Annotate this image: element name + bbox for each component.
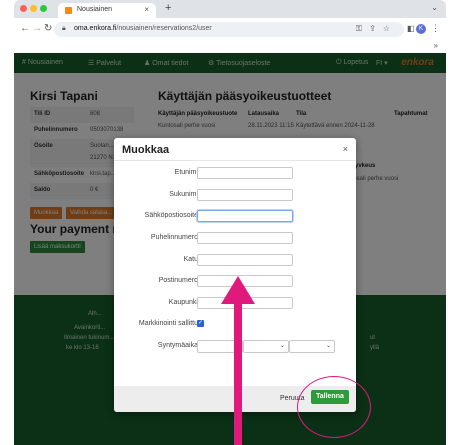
arrow-head [221,276,255,304]
arrow-shaft [234,300,242,445]
annotation-arrow [221,276,255,445]
